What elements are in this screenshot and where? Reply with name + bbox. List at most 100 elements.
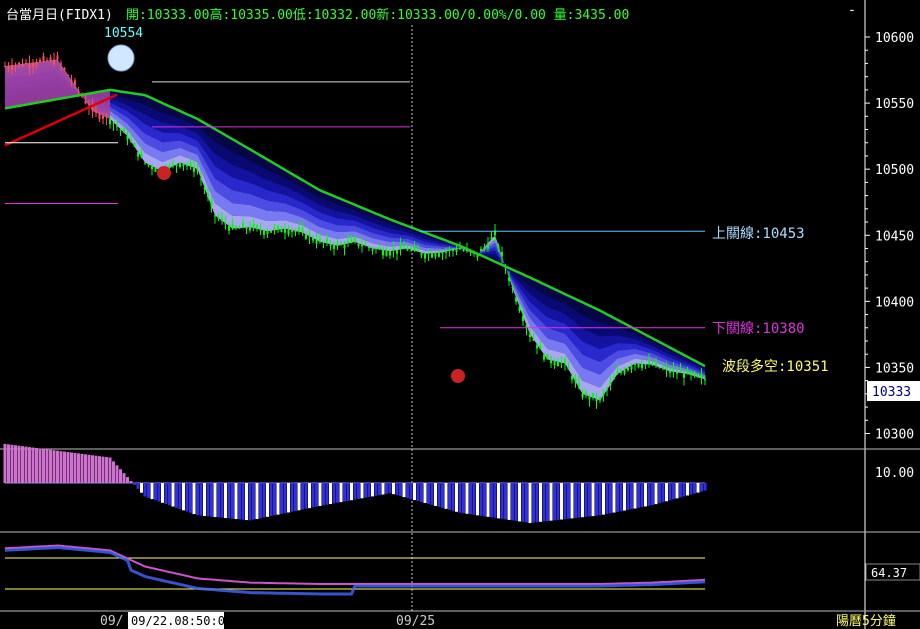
osc-bar <box>49 449 52 483</box>
candle-body <box>399 244 402 250</box>
osc-bar <box>182 483 185 511</box>
candle-body <box>599 397 601 401</box>
candle-body <box>84 100 87 104</box>
candle-body <box>686 368 689 375</box>
osc-bar <box>189 483 192 513</box>
candle-body <box>658 367 661 369</box>
candle-body <box>266 231 269 234</box>
osc-bar <box>546 483 549 522</box>
osc-bar <box>430 483 434 505</box>
osc-bar <box>269 483 273 517</box>
osc-bar <box>262 483 266 518</box>
candle-body <box>483 247 486 249</box>
osc-bar <box>161 483 164 503</box>
candle-body <box>459 248 461 250</box>
candle-body <box>18 62 20 65</box>
candle-body <box>669 371 671 373</box>
candle-body <box>406 248 409 251</box>
osc-bar <box>364 483 367 498</box>
candle-body <box>291 230 293 232</box>
osc-bar <box>497 483 500 519</box>
candle-body <box>431 253 433 258</box>
osc-bar <box>525 483 528 523</box>
candle-body <box>193 167 195 172</box>
candle-body <box>697 374 699 378</box>
upper-line-label: 上關線:10453 <box>712 226 805 242</box>
candle-body <box>676 372 678 374</box>
candle-body <box>557 361 559 367</box>
osc-bar <box>45 449 49 483</box>
osc-bar <box>297 483 301 511</box>
candle-body <box>616 370 619 375</box>
candle-body <box>252 223 255 229</box>
osc-bar <box>469 483 472 515</box>
osc-bar <box>273 483 276 516</box>
candle-body <box>578 382 580 388</box>
candle-body <box>595 399 598 402</box>
candle-body <box>690 372 692 376</box>
osc-bar <box>409 483 413 500</box>
osc-bar <box>689 483 693 495</box>
osc-bar <box>234 483 238 520</box>
osc-bar <box>35 447 38 483</box>
candle-body <box>210 200 213 207</box>
osc-bar <box>140 483 143 493</box>
osc-bar <box>402 483 406 498</box>
osc-bar <box>31 447 35 483</box>
candle-body <box>112 122 115 124</box>
candle-body <box>392 248 395 251</box>
candle-body <box>662 367 664 369</box>
candle-body <box>585 392 587 396</box>
osc-bar <box>514 483 518 521</box>
osc-bar <box>661 483 665 503</box>
osc-bar <box>651 483 654 506</box>
chart-title: 台當月日(FIDX1) <box>6 8 113 23</box>
candle-body <box>529 334 531 338</box>
candle-body <box>21 63 24 67</box>
candle-body <box>144 162 146 164</box>
candle-body <box>228 225 230 231</box>
osc-bar <box>115 465 119 483</box>
osc-bar <box>66 452 70 483</box>
candle-body <box>182 163 185 166</box>
osc-bar <box>42 448 45 483</box>
candle-body <box>424 253 426 259</box>
osc-bar <box>567 483 570 519</box>
candle-body <box>364 244 367 246</box>
candle-body <box>630 365 633 370</box>
candle-body <box>4 66 6 68</box>
osc-bar <box>591 483 595 517</box>
osc-bar <box>87 454 91 483</box>
peak-label: 10554 <box>104 26 143 41</box>
osc-bar <box>504 483 507 520</box>
osc-bar <box>675 483 679 499</box>
osc-bar <box>178 483 182 510</box>
candle-body <box>497 245 500 249</box>
osc-bar <box>322 483 325 506</box>
candle-body <box>42 56 45 62</box>
candle-body <box>343 244 346 249</box>
osc-bar <box>553 483 556 521</box>
y-tick-label: 10400 <box>875 295 914 310</box>
osc-bar <box>7 444 10 483</box>
osc-bar <box>24 446 28 483</box>
candle-body <box>56 55 59 60</box>
candle-body <box>217 217 220 219</box>
osc-bar <box>290 483 294 512</box>
osc-bar <box>192 483 196 515</box>
price-chart[interactable]: 10600 10550 10500 10450 10400 10350 10300 10554… <box>0 0 920 629</box>
osc-bar <box>283 483 287 514</box>
candle-body <box>627 367 629 371</box>
osc-bar <box>77 453 80 483</box>
osc-bar <box>59 451 63 483</box>
osc-bar <box>616 483 619 512</box>
candle-body <box>441 252 444 254</box>
osc-bar <box>581 483 584 518</box>
osc-bar <box>535 483 539 523</box>
moon-marker <box>107 44 135 72</box>
osc-bar <box>213 483 217 517</box>
osc-bar <box>108 457 112 483</box>
candle-body <box>238 227 241 229</box>
osc-bar <box>259 483 262 519</box>
candle-body <box>270 230 272 233</box>
